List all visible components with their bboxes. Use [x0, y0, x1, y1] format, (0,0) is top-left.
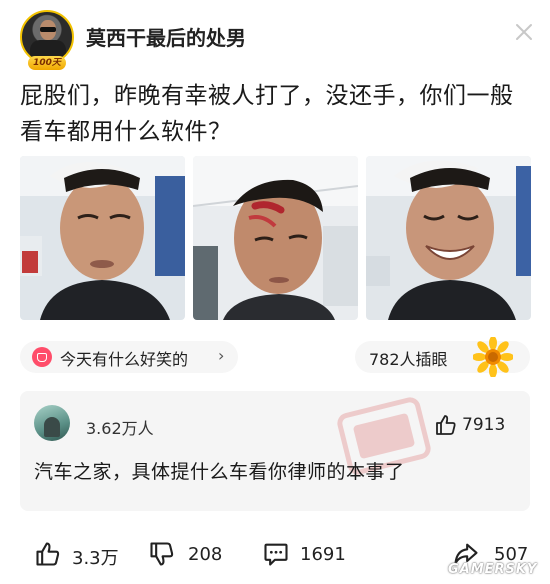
- avatar-sunglasses: [40, 27, 56, 32]
- close-icon[interactable]: [512, 20, 536, 44]
- top-comment-card[interactable]: 3.62万人 7913 汽车之家，具体提什么车看你律师的本事了: [20, 391, 530, 511]
- comment-text: 汽车之家，具体提什么车看你律师的本事了: [34, 461, 405, 483]
- commenter-avatar[interactable]: [34, 405, 70, 441]
- avatar-badge: 100天: [28, 56, 66, 70]
- post-header: 100天 莫西干最后的处男: [0, 0, 550, 70]
- watermark: GAMERSKY: [448, 562, 538, 577]
- bookmark-count-button[interactable]: 782人插眼: [355, 337, 530, 377]
- topic-bag-icon: [32, 347, 52, 367]
- sunflower-icon: [473, 337, 513, 377]
- comment-like-count: 7913: [462, 415, 506, 435]
- thumbs-up-icon[interactable]: [34, 540, 62, 568]
- dislike-count: 208: [188, 544, 223, 565]
- commenter-name[interactable]: 3.62万人: [86, 415, 154, 439]
- thumbs-down-icon[interactable]: [148, 540, 176, 568]
- photo-bandaged-selfie[interactable]: [20, 156, 185, 320]
- topic-tag-button[interactable]: 今天有什么好笑的 ›: [20, 341, 238, 373]
- like-count: 3.3万: [72, 548, 119, 569]
- photo-smiling-selfie[interactable]: [366, 156, 531, 320]
- bookmark-count-label: 782人插眼: [369, 350, 448, 369]
- chevron-right-icon: ›: [218, 346, 225, 365]
- comment-count: 1691: [300, 544, 346, 565]
- author-username[interactable]: 莫西干最后的处男: [86, 22, 246, 51]
- photo-forehead-wound[interactable]: [193, 156, 358, 320]
- comment-icon[interactable]: [262, 540, 290, 568]
- comment-thumbs-up-icon[interactable]: [434, 413, 458, 437]
- topic-tag-label: 今天有什么好笑的: [60, 350, 189, 369]
- post-question: 屁股们，昨晚有幸被人打了，没还手，你们一般看车都用什么软件？: [20, 83, 514, 145]
- tags-row: 今天有什么好笑的 › 782人插眼: [0, 333, 550, 381]
